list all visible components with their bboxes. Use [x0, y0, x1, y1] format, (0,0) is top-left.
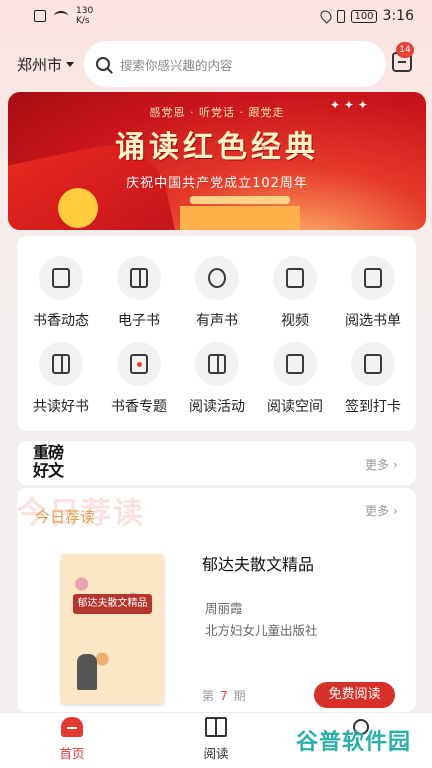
book-cover[interactable]: 郁达夫散文精品	[61, 554, 164, 704]
feature-space[interactable]: 阅读空间	[255, 342, 335, 422]
video-icon	[286, 268, 304, 288]
site-watermark: 谷普软件园	[296, 730, 412, 755]
feature-label: 书香专题	[111, 399, 167, 415]
feature-label: 有声书	[196, 313, 238, 329]
feature-label: 电子书	[118, 313, 160, 329]
featured-more-link[interactable]: 更多 ›	[365, 456, 398, 473]
news-icon	[52, 268, 70, 288]
caret-down-icon	[66, 62, 75, 67]
feature-booklist[interactable]: 阅选书单	[333, 256, 413, 336]
tab-read-label: 阅读	[203, 746, 229, 761]
network-speed: 130 K/s	[76, 6, 94, 26]
topic-icon	[130, 354, 148, 374]
tab-home[interactable]: 首页	[32, 717, 112, 762]
open-book-icon	[52, 354, 70, 374]
clock: 3:16	[382, 8, 414, 24]
feature-checkin[interactable]: 签到打卡	[333, 342, 413, 422]
book-title[interactable]: 郁达夫散文精品	[202, 551, 314, 575]
feature-label: 共读好书	[33, 399, 89, 415]
feature-audiobook[interactable]: 有声书	[177, 256, 257, 336]
calendar-check-icon	[364, 354, 382, 374]
author-photo	[77, 654, 97, 690]
read-icon	[205, 717, 227, 737]
ebook-icon	[130, 268, 148, 288]
battery-icon: 100	[351, 9, 377, 23]
location-icon	[318, 8, 335, 24]
daily-pick-title: 今日荐读	[35, 508, 96, 526]
feature-label: 阅选书单	[345, 313, 401, 329]
layers-icon	[286, 354, 304, 374]
feature-coread[interactable]: 共读好书	[21, 342, 101, 422]
app-header: 郑州市 搜索你感兴趣的内容 14	[0, 38, 432, 90]
feature-grid: 书香动态 电子书 有声书 视频 阅选书单 共读好书 书香专题 阅读活动 阅读空间…	[17, 236, 416, 431]
search-placeholder: 搜索你感兴趣的内容	[120, 57, 233, 73]
feature-news[interactable]: 书香动态	[21, 256, 101, 336]
status-bar: 130 K/s 100 3:16	[0, 0, 432, 32]
book-publisher: 北方妇女儿童出版社	[205, 623, 318, 638]
search-icon	[96, 57, 110, 71]
wifi-icon	[54, 11, 68, 21]
headphones-icon	[208, 268, 226, 288]
feature-label: 阅读空间	[267, 399, 323, 415]
tab-home-label: 首页	[59, 746, 85, 761]
feature-topic[interactable]: 书香专题	[99, 342, 179, 422]
featured-logo: 重磅 好文	[33, 443, 64, 480]
daily-pick-more-link[interactable]: 更多 ›	[365, 502, 398, 519]
free-read-button[interactable]: 免费阅读	[314, 682, 395, 708]
promo-banner[interactable]: ✦ ✦ ✦ 感党恩 · 听党话 · 跟党走 诵读红色经典 庆祝中国共产党成立10…	[8, 92, 426, 230]
banner-top-line: 感党恩 · 听党话 · 跟党走	[149, 106, 285, 119]
feature-activity[interactable]: 阅读活动	[177, 342, 257, 422]
message-badge: 14	[396, 42, 414, 58]
party-emblem-icon	[58, 188, 98, 228]
issue-number: 第7期	[202, 689, 246, 703]
search-input[interactable]: 搜索你感兴趣的内容	[84, 41, 386, 87]
banner-title: 诵读红色经典	[115, 130, 319, 165]
feature-label: 视频	[281, 313, 309, 329]
cover-title: 郁达夫散文精品	[73, 594, 152, 614]
feature-label: 书香动态	[33, 313, 89, 329]
city-selector[interactable]: 郑州市	[17, 54, 75, 75]
booklist-icon	[364, 268, 382, 288]
feature-label: 阅读活动	[189, 399, 245, 415]
vibrate-icon	[337, 9, 346, 23]
activity-icon	[208, 354, 226, 374]
featured-articles-section: 重磅 好文 更多 ›	[17, 441, 416, 485]
banner-subtitle: 庆祝中国共产党成立102周年	[126, 176, 308, 191]
feature-label: 签到打卡	[345, 399, 401, 415]
book-author: 周丽霞	[205, 601, 243, 616]
feature-video[interactable]: 视频	[255, 256, 335, 336]
tab-read[interactable]: 阅读	[176, 717, 256, 762]
home-icon	[61, 717, 83, 737]
sim-icon	[34, 10, 46, 22]
tiananmen-illustration	[180, 196, 300, 230]
feature-ebook[interactable]: 电子书	[99, 256, 179, 336]
city-label: 郑州市	[17, 56, 63, 74]
